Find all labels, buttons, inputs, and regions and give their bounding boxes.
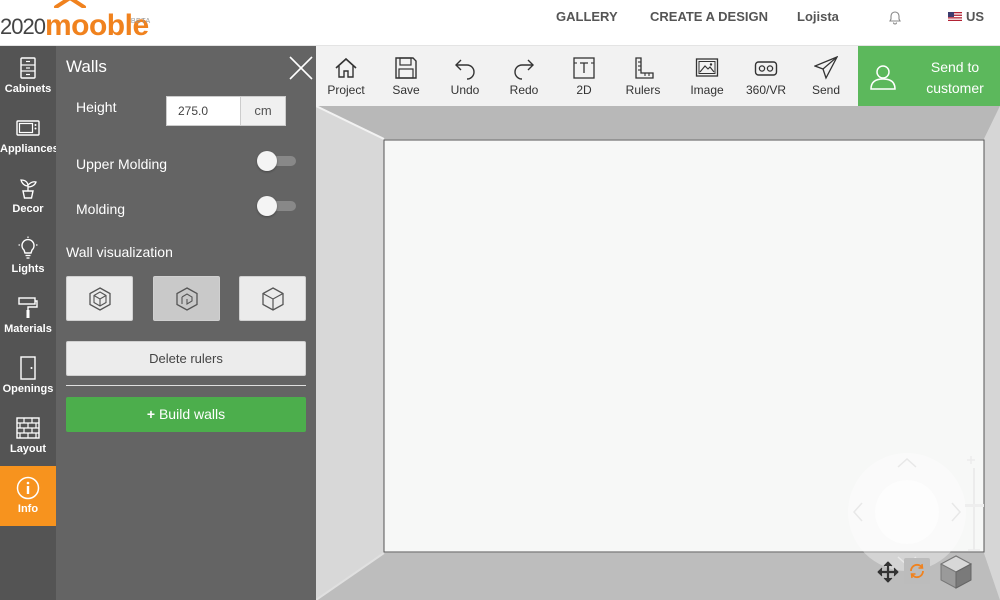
sidebar-item-label: Materials — [4, 323, 52, 335]
toolbar-label: Redo — [509, 83, 539, 97]
build-walls-label: Build walls — [158, 406, 226, 422]
toolbar-label: 2D — [576, 83, 592, 97]
panel-title: Walls — [66, 57, 107, 76]
sidebar-item-layout[interactable]: Layout — [0, 406, 56, 466]
sidebar-item-info[interactable]: Info — [0, 466, 56, 526]
sidebar-item-appliances[interactable]: Appliances — [0, 106, 59, 166]
category-sidebar: Cabinets Appliances Decor Lights Materia… — [0, 46, 59, 600]
toolbar-label: Project — [327, 83, 365, 97]
sidebar-item-lights[interactable]: Lights — [0, 226, 56, 286]
upper-molding-label: Upper Molding — [76, 156, 168, 172]
send-to-customer-label: Send to customer — [926, 59, 984, 96]
sidebar-item-label: Cabinets — [4, 83, 52, 95]
toolbar-project-button[interactable]: Project — [316, 46, 376, 106]
sidebar-item-label: Lights — [11, 263, 45, 275]
logo-number: 2020 — [0, 14, 46, 39]
paint-roller-icon — [18, 297, 38, 318]
toggle-knob — [257, 151, 277, 171]
design-3d-viewport[interactable] — [316, 106, 1000, 600]
height-input[interactable]: 275.0 — [166, 96, 241, 126]
pan-move-icon[interactable] — [877, 561, 899, 583]
wall-viz-solid-button[interactable] — [239, 276, 306, 321]
toolbar-rulers-button[interactable]: Rulers — [613, 46, 673, 106]
close-icon[interactable] — [288, 55, 314, 81]
plan-2d-icon — [573, 57, 595, 79]
sidebar-item-label: Layout — [9, 443, 47, 455]
user-icon — [870, 65, 896, 90]
nav-user-link[interactable]: Lojista — [797, 9, 839, 24]
vr-headset-icon — [754, 61, 778, 76]
image-icon — [695, 58, 719, 77]
sidebar-item-decor[interactable]: Decor — [0, 166, 56, 226]
sidebar-item-openings[interactable]: Openings — [0, 346, 56, 406]
brand-logo[interactable]: 2020 mooble BETA — [0, 0, 150, 42]
toolbar-image-button[interactable]: Image — [677, 46, 737, 106]
view-cube-icon[interactable] — [938, 554, 974, 590]
zoom-slider[interactable] — [964, 454, 984, 554]
toolbar-label: 360/VR — [745, 83, 787, 97]
sidebar-item-label: Appliances — [0, 143, 59, 155]
sidebar-item-cabinets[interactable]: Cabinets — [0, 46, 56, 106]
cabinet-icon — [20, 57, 36, 79]
brick-wall-icon — [16, 417, 40, 439]
us-flag-icon[interactable] — [948, 12, 962, 21]
toolbar-label: Undo — [450, 83, 480, 97]
build-walls-button[interactable]: + Build walls — [66, 397, 306, 432]
beta-badge: BETA — [130, 18, 151, 25]
plant-icon — [20, 179, 37, 199]
toolbar-360vr-button[interactable]: 360/VR — [736, 46, 796, 106]
microwave-icon — [16, 120, 40, 136]
molding-label: Molding — [76, 201, 126, 217]
toolbar-redo-button[interactable]: Redo — [494, 46, 554, 106]
nav-create-design-link[interactable]: CREATE A DESIGN — [650, 9, 768, 24]
house-icon — [335, 57, 357, 78]
delete-rulers-button[interactable]: Delete rulers — [66, 341, 306, 376]
cube-cutaway-icon — [176, 287, 198, 311]
language-selector[interactable]: US — [966, 9, 984, 24]
toggle-knob — [257, 196, 277, 216]
ruler-icon — [635, 57, 654, 79]
plus-icon: + — [146, 406, 159, 422]
rotate-mode-button[interactable] — [904, 558, 930, 584]
panel-divider — [66, 385, 306, 386]
rotate-orange-icon — [910, 563, 924, 579]
main-toolbar: Project Save Undo Redo 2D Rulers Image 3… — [316, 46, 858, 106]
toolbar-label: Image — [690, 83, 724, 97]
toolbar-label: Save — [392, 83, 420, 97]
undo-icon — [455, 59, 475, 80]
walls-panel: Walls Height 275.0 cm Upper Molding Mold… — [56, 46, 316, 600]
logo-word: mooble BETA — [45, 10, 150, 42]
floppy-icon — [395, 57, 417, 79]
lightbulb-icon — [18, 236, 38, 259]
wall-viz-outline-button[interactable] — [66, 276, 133, 321]
paper-plane-icon — [814, 56, 838, 80]
molding-toggle[interactable] — [256, 195, 296, 217]
wall-viz-cutaway-button[interactable] — [153, 276, 220, 321]
upper-molding-toggle[interactable] — [256, 150, 296, 172]
toolbar-undo-button[interactable]: Undo — [435, 46, 495, 106]
top-navigation: 2020 mooble BETA GALLERY CREATE A DESIGN … — [0, 0, 1000, 46]
sidebar-item-materials[interactable]: Materials — [0, 286, 56, 346]
door-icon — [20, 356, 36, 380]
toolbar-label: Send — [811, 83, 841, 97]
toolbar-label: Rulers — [625, 83, 661, 97]
height-label: Height — [76, 99, 117, 115]
info-icon — [16, 476, 40, 500]
sidebar-item-label: Openings — [2, 383, 54, 395]
nav-gallery-link[interactable]: GALLERY — [556, 9, 618, 24]
bell-icon[interactable] — [887, 9, 903, 25]
toolbar-send-button[interactable]: Send — [796, 46, 856, 106]
cube-solid-icon — [262, 287, 284, 311]
sidebar-item-label: Decor — [12, 203, 44, 215]
wall-visualization-label: Wall visualization — [66, 244, 173, 260]
roof-icon — [54, 0, 86, 8]
toolbar-save-button[interactable]: Save — [376, 46, 436, 106]
redo-icon — [514, 59, 534, 80]
cube-wireframe-icon — [89, 287, 111, 311]
toolbar-2d-button[interactable]: 2D — [554, 46, 614, 106]
send-to-customer-button[interactable]: Send to customer — [858, 46, 1000, 106]
sidebar-item-label: Info — [17, 503, 39, 515]
height-unit-label: cm — [241, 96, 286, 126]
